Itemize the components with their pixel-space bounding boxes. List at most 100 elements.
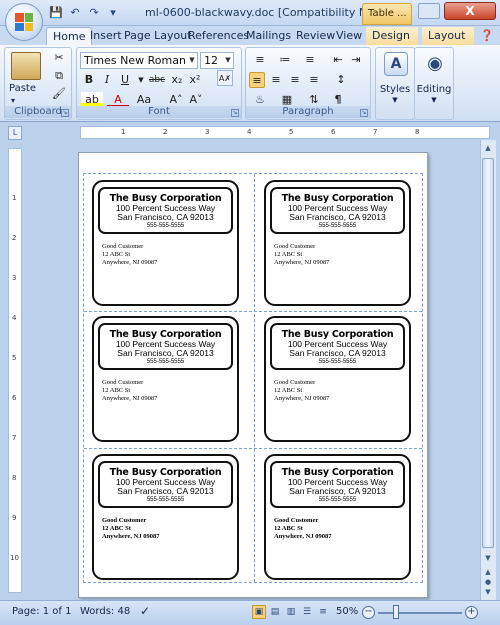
zoom-slider-thumb[interactable] — [393, 605, 399, 619]
horizontal-ruler[interactable]: 1 2 3 4 5 6 7 8 — [80, 126, 490, 139]
clear-formatting-icon[interactable]: A✗ — [217, 70, 233, 86]
ruler-number: 8 — [415, 128, 420, 136]
line-spacing-icon[interactable]: ↕ — [330, 72, 352, 88]
undo-icon[interactable]: ↶ — [67, 5, 83, 21]
ruler-number: 7 — [12, 434, 17, 442]
align-right-button[interactable]: ≡ — [287, 72, 303, 88]
align-center-button[interactable]: ≡ — [268, 72, 284, 88]
bullets-icon[interactable]: ≡ — [249, 52, 271, 68]
paragraph-launcher-icon[interactable]: ↘ — [360, 109, 368, 117]
tab-layout[interactable]: Layout — [422, 27, 474, 46]
save-icon[interactable]: 💾 — [48, 5, 64, 21]
paste-icon[interactable] — [11, 52, 41, 80]
return-phone: 555-555-5555 — [146, 223, 185, 229]
recipient-address: Good Customer 12 ABC St Anywhere, NJ 09087 — [274, 517, 331, 541]
font-launcher-icon[interactable]: ↘ — [231, 109, 239, 117]
strikethrough-button[interactable]: abc — [147, 72, 167, 88]
redo-icon[interactable]: ↷ — [86, 5, 102, 21]
return-city: San Francisco, CA 92013 — [117, 486, 214, 496]
mailing-label[interactable]: The Busy Corporation 100 Percent Success … — [264, 316, 411, 442]
bold-button[interactable]: B — [81, 72, 97, 88]
paste-dropdown-icon[interactable]: ▾ — [11, 96, 15, 105]
scrollbar-thumb[interactable] — [482, 158, 494, 548]
print-layout-view-icon[interactable]: ▣ — [252, 605, 266, 619]
italic-button[interactable]: I — [99, 72, 115, 88]
zoom-level[interactable]: 50% — [336, 606, 358, 617]
ruler-number: 4 — [12, 314, 17, 322]
recipient-street: 12 ABC St — [102, 525, 131, 532]
next-page-icon[interactable]: ▼ — [482, 586, 494, 598]
clipboard-launcher-icon[interactable]: ↘ — [61, 109, 69, 117]
proofing-icon[interactable]: ✓ — [140, 604, 150, 618]
web-layout-icon[interactable]: ▥ — [284, 605, 298, 619]
recipient-name: Good Customer — [274, 379, 316, 386]
chevron-down-icon: ▼ — [225, 56, 231, 64]
tab-design[interactable]: Design — [366, 27, 418, 46]
copy-icon[interactable]: ⧉ — [51, 68, 67, 84]
zoom-out-button[interactable]: − — [362, 606, 375, 619]
zoom-in-button[interactable]: + — [465, 606, 478, 619]
mailing-label[interactable]: The Busy Corporation 100 Percent Success … — [264, 180, 411, 306]
mailing-label[interactable]: The Busy Corporation 100 Percent Success … — [264, 454, 411, 580]
recipient-address: Good Customer 12 ABC St Anywhere, NJ 09087 — [102, 379, 157, 403]
font-size-combo[interactable]: 12 ▼ — [200, 52, 234, 69]
customize-qat-icon[interactable]: ▾ — [105, 5, 121, 21]
paragraph-group-label: Paragraph — [246, 106, 370, 118]
numbering-icon[interactable]: ≔ — [274, 52, 296, 68]
tab-view[interactable]: View — [330, 27, 368, 46]
recipient-city: Anywhere, NJ 09087 — [102, 259, 158, 266]
subscript-button[interactable]: x₂ — [169, 72, 185, 88]
return-address-box: The Busy Corporation 100 Percent Success … — [270, 323, 405, 370]
word-count-status[interactable]: Words: 48 — [80, 606, 130, 617]
format-painter-icon[interactable]: 🖌 — [51, 86, 67, 102]
multilevel-list-icon[interactable]: ≡ — [299, 52, 321, 68]
full-screen-reading-icon[interactable]: ▤ — [268, 605, 282, 619]
ruler-number: 2 — [12, 234, 17, 242]
outline-view-icon[interactable]: ☰ — [300, 605, 314, 619]
ruler-number: 3 — [12, 274, 17, 282]
decrease-indent-icon[interactable]: ⇤ — [330, 52, 346, 68]
styles-group[interactable]: A Styles ▼ — [375, 47, 415, 120]
ruler-number: 9 — [12, 514, 17, 522]
mailing-label[interactable]: The Busy Corporation 100 Percent Success … — [92, 316, 239, 442]
font-name-combo[interactable]: Times New Roman ▼ — [80, 52, 198, 69]
align-left-button[interactable]: ≡ — [249, 72, 265, 88]
page-count-status[interactable]: Page: 1 of 1 — [12, 606, 71, 617]
chevron-down-icon: ▼ — [431, 96, 437, 104]
return-address-box: The Busy Corporation 100 Percent Success … — [270, 187, 405, 234]
return-city: San Francisco, CA 92013 — [289, 486, 386, 496]
scroll-down-icon[interactable]: ▼ — [482, 552, 494, 564]
paste-button[interactable]: Paste — [9, 83, 36, 94]
justify-button[interactable]: ≡ — [306, 72, 322, 88]
tab-selector-icon[interactable]: L — [8, 126, 22, 140]
help-icon[interactable]: ❓ — [478, 27, 496, 46]
cut-icon[interactable]: ✂ — [51, 50, 67, 66]
scroll-up-icon[interactable]: ▲ — [482, 142, 494, 154]
editing-group[interactable]: ◉ Editing ▼ — [414, 47, 454, 120]
vertical-ruler[interactable]: 1 2 3 4 5 6 7 8 9 10 — [8, 148, 22, 593]
recipient-address: Good Customer 12 ABC St Anywhere, NJ 09087 — [274, 379, 329, 403]
return-phone: 555-555-5555 — [318, 497, 357, 503]
draft-view-icon[interactable]: ≡ — [316, 605, 330, 619]
minimize-button[interactable] — [418, 3, 440, 19]
superscript-button[interactable]: x² — [187, 72, 203, 88]
office-button[interactable] — [5, 3, 43, 41]
close-button[interactable]: X — [444, 2, 496, 20]
increase-indent-icon[interactable]: ⇥ — [348, 52, 364, 68]
clipboard-group: Paste ▾ ✂ ⧉ 🖌 Clipboard ↘ — [4, 47, 72, 120]
recipient-street: 12 ABC St — [274, 251, 303, 258]
mailing-label[interactable]: The Busy Corporation 100 Percent Success … — [92, 454, 239, 580]
zoom-slider-track[interactable] — [378, 612, 462, 614]
mailing-label[interactable]: The Busy Corporation 100 Percent Success … — [92, 180, 239, 306]
font-size-value: 12 — [204, 54, 218, 67]
underline-button[interactable]: U — [117, 72, 133, 88]
ruler-number: 4 — [247, 128, 252, 136]
return-address-box: The Busy Corporation 100 Percent Success … — [98, 323, 233, 370]
ruler-number: 1 — [121, 128, 126, 136]
recipient-street: 12 ABC St — [274, 525, 303, 532]
font-group-label: Font — [77, 106, 241, 118]
tab-mailings[interactable]: Mailings — [240, 27, 297, 46]
quick-access-toolbar: 💾 ↶ ↷ ▾ — [48, 5, 121, 21]
recipient-name: Good Customer — [102, 243, 144, 250]
ruler-number: 6 — [12, 394, 17, 402]
